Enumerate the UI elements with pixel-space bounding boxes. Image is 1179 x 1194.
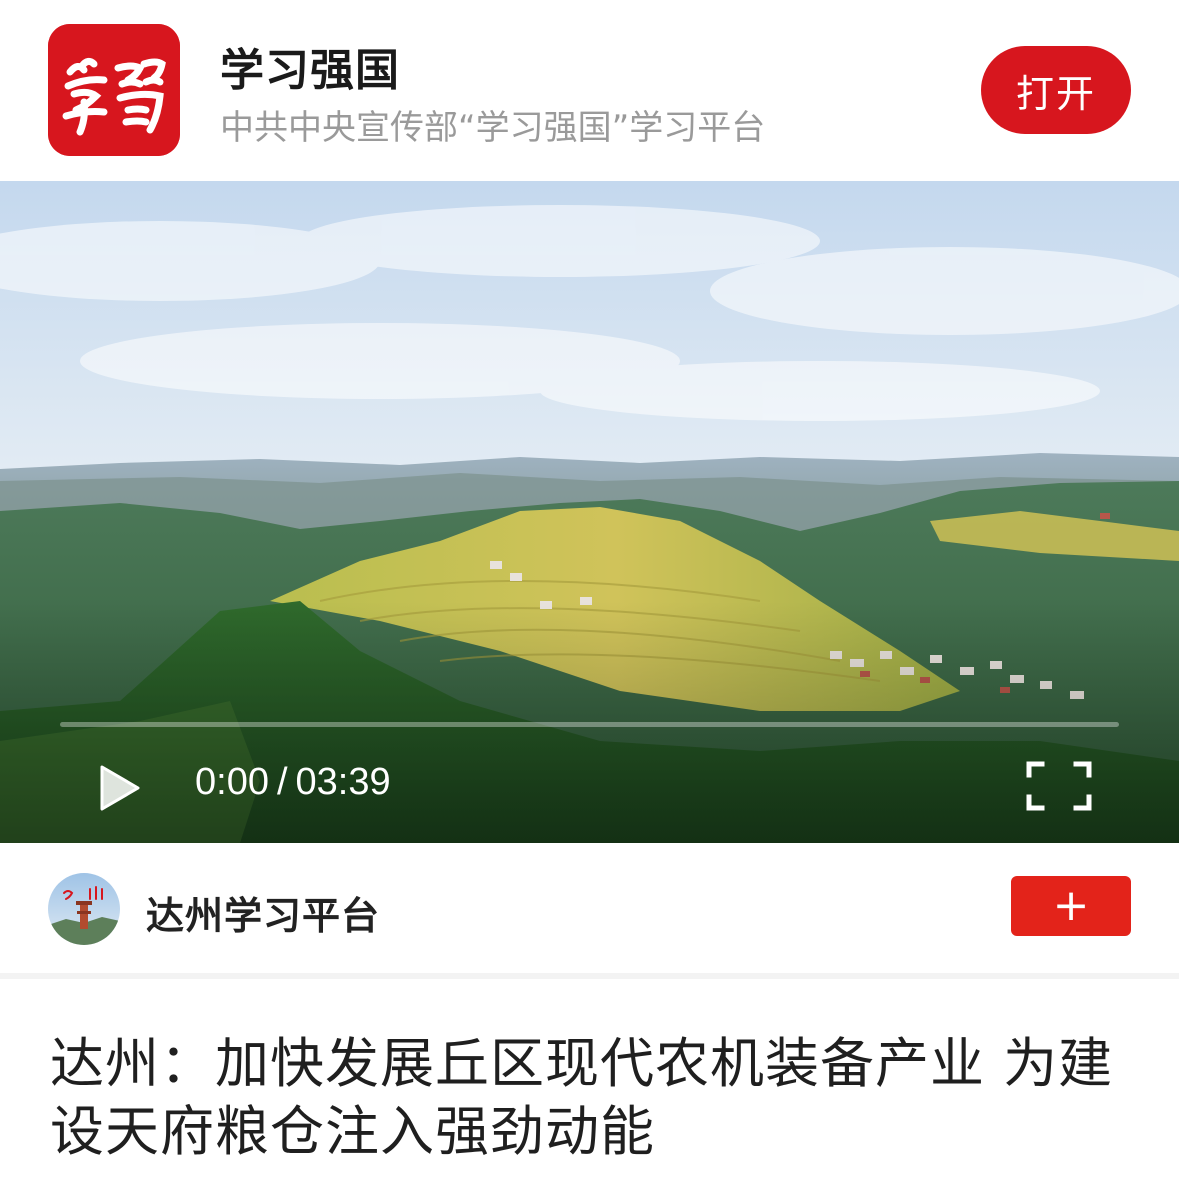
video-time: 0:00/03:39	[195, 761, 391, 804]
fullscreen-icon[interactable]	[1026, 761, 1092, 811]
channel-row: 达州学习平台 +	[0, 843, 1179, 973]
channel-avatar[interactable]	[48, 873, 120, 945]
current-time: 0:00	[195, 761, 269, 803]
video-frame-landscape	[0, 181, 1179, 843]
duration: 03:39	[295, 761, 391, 803]
follow-button[interactable]: +	[1011, 876, 1131, 936]
app-download-banner: 学习强国 中共中央宣传部“学习强国”学习平台 打开	[0, 0, 1179, 178]
app-logo[interactable]	[48, 24, 180, 156]
play-icon[interactable]	[98, 764, 142, 812]
time-separator: /	[276, 761, 288, 803]
channel-name[interactable]: 达州学习平台	[146, 885, 380, 940]
section-divider	[0, 973, 1179, 979]
article-title: 达州：加快发展丘区现代农机装备产业 为建设天府粮仓注入强劲动能	[50, 1032, 1114, 1163]
video-progress-bar[interactable]	[60, 722, 1119, 727]
app-title: 学习强国	[220, 45, 400, 96]
video-player[interactable]: 0:00/03:39	[0, 181, 1179, 843]
app-subtitle: 中共中央宣传部“学习强国”学习平台	[220, 108, 766, 148]
avatar-landmark-icon	[48, 873, 120, 945]
open-app-button[interactable]: 打开	[981, 46, 1131, 134]
logo-calligraphy-icon	[48, 24, 180, 156]
